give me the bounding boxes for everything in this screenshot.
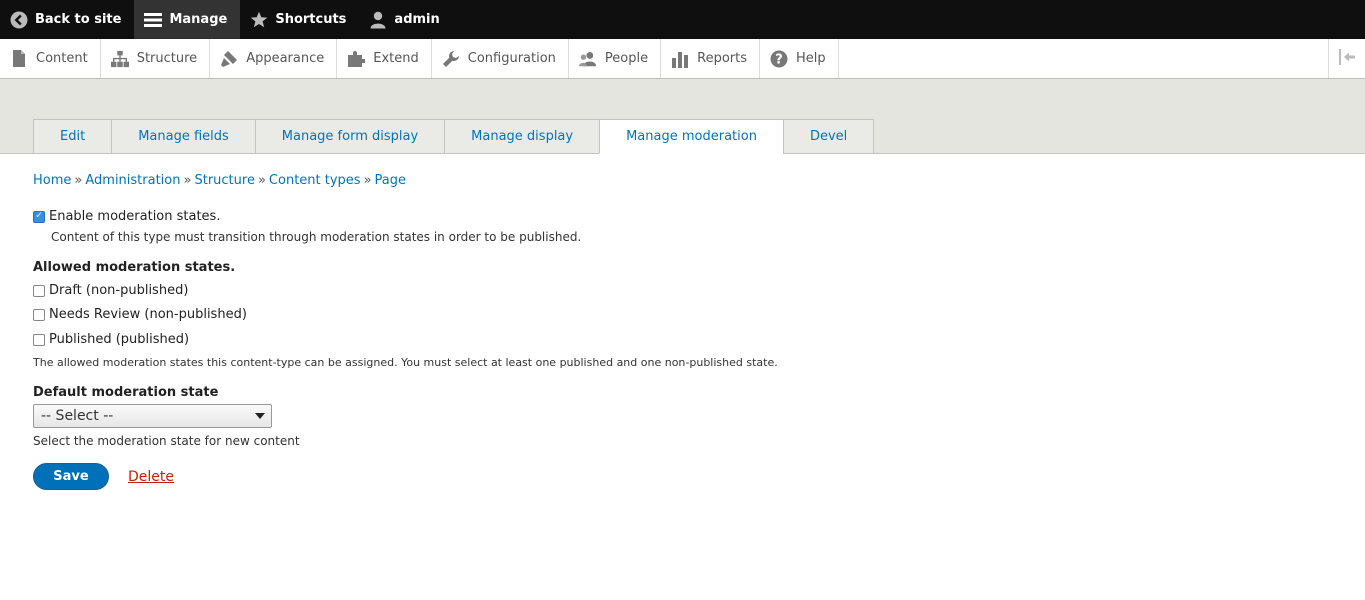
tray-item-reports[interactable]: Reports xyxy=(661,39,760,78)
tab-edit[interactable]: Edit xyxy=(33,119,112,154)
manage-label: Manage xyxy=(169,12,228,27)
save-button[interactable]: Save xyxy=(33,463,109,490)
main-content: Home» Administration» Structure» Content ty… xyxy=(0,173,1365,490)
admin-toolbar: Back to site Manage Shortcuts admin xyxy=(0,0,1365,39)
tray-item-content[interactable]: Content xyxy=(0,39,101,78)
wrench-icon xyxy=(442,50,460,68)
tray-item-label: Structure xyxy=(136,51,198,66)
breadcrumb-separator: » xyxy=(257,173,266,188)
page-header-region: Edit Manage fields Manage form display M… xyxy=(0,79,1365,154)
tab-label: Manage display xyxy=(471,129,574,144)
enable-moderation-checkbox[interactable] xyxy=(33,210,45,223)
help-icon: ? xyxy=(770,50,788,68)
breadcrumb-separator: » xyxy=(363,173,372,188)
back-to-site-label: Back to site xyxy=(35,12,122,27)
file-icon xyxy=(10,50,28,68)
allowed-states-description: The allowed moderation states this conte… xyxy=(33,356,778,369)
tab-label: Manage form display xyxy=(281,129,419,144)
tab-devel[interactable]: Devel xyxy=(782,119,875,154)
tray-item-structure[interactable]: Structure xyxy=(101,39,211,78)
star-icon xyxy=(250,11,268,29)
default-state-select[interactable]: -- Select -- xyxy=(33,404,272,428)
tray-item-extend[interactable]: Extend xyxy=(337,39,432,78)
breadcrumb-structure[interactable]: Structure xyxy=(194,173,254,188)
default-state-selected: -- Select -- xyxy=(41,408,114,424)
default-state-label: Default moderation state xyxy=(33,385,219,400)
bar-chart-icon xyxy=(671,50,689,68)
enable-moderation-label[interactable]: Enable moderation states. xyxy=(49,209,220,224)
tab-manage-display[interactable]: Manage display xyxy=(444,119,600,154)
allowed-state-published: Published (published) xyxy=(33,332,1332,347)
shortcuts-tab[interactable]: Shortcuts xyxy=(240,0,359,39)
puzzle-icon xyxy=(347,50,366,68)
tray-orientation-toggle[interactable] xyxy=(1328,39,1365,78)
breadcrumb-administration[interactable]: Administration xyxy=(85,173,180,188)
tab-label: Manage moderation xyxy=(626,129,757,144)
manage-tab[interactable]: Manage xyxy=(134,0,241,39)
breadcrumb-page[interactable]: Page xyxy=(375,173,406,188)
tray-item-appearance[interactable]: Appearance xyxy=(210,39,338,78)
user-tab[interactable]: admin xyxy=(359,0,452,39)
breadcrumb-separator: » xyxy=(74,173,83,188)
default-state-description: Select the moderation state for new cont… xyxy=(33,434,300,448)
tray-item-people[interactable]: People xyxy=(569,39,662,78)
tray-item-label: People xyxy=(604,51,649,66)
tab-manage-fields[interactable]: Manage fields xyxy=(111,119,255,154)
user-icon xyxy=(369,11,387,29)
needs-review-label[interactable]: Needs Review (non-published) xyxy=(49,307,247,322)
chevron-down-icon xyxy=(255,413,265,419)
hamburger-icon xyxy=(144,11,163,29)
allowed-state-needs-review: Needs Review (non-published) xyxy=(33,307,1332,322)
breadcrumb: Home» Administration» Structure» Content ty… xyxy=(33,173,1332,191)
admin-tray: Content Structure Appearance Extend Conf… xyxy=(0,39,1365,79)
sitemap-icon xyxy=(110,50,129,68)
draft-checkbox[interactable] xyxy=(33,284,45,297)
tray-item-configuration[interactable]: Configuration xyxy=(432,39,569,78)
breadcrumb-content-types[interactable]: Content types xyxy=(269,173,361,188)
breadcrumb-home[interactable]: Home xyxy=(33,173,71,188)
back-to-site-link[interactable]: Back to site xyxy=(0,0,134,39)
paintbrush-icon xyxy=(220,50,238,68)
published-checkbox[interactable] xyxy=(33,333,45,346)
tab-label: Edit xyxy=(60,129,86,144)
tray-item-label: Content xyxy=(36,51,88,66)
tab-label: Manage fields xyxy=(138,129,229,144)
form-actions: Save Delete xyxy=(33,463,1332,490)
draft-label[interactable]: Draft (non-published) xyxy=(49,283,188,298)
breadcrumb-separator: » xyxy=(183,173,192,188)
people-icon xyxy=(578,50,597,68)
collapse-arrow-icon xyxy=(1338,48,1356,69)
chevron-left-circle-icon xyxy=(10,11,28,29)
allowed-states-title: Allowed moderation states. xyxy=(33,260,236,275)
tray-item-label: Extend xyxy=(373,51,419,66)
tray-item-label: Help xyxy=(796,51,826,66)
tab-label: Devel xyxy=(809,129,848,144)
tray-item-label: Appearance xyxy=(246,51,325,66)
tab-manage-moderation[interactable]: Manage moderation xyxy=(599,119,783,154)
published-label[interactable]: Published (published) xyxy=(49,332,189,347)
tray-item-label: Configuration xyxy=(467,51,556,66)
tray-item-help[interactable]: ? Help xyxy=(760,39,839,78)
allowed-state-draft: Draft (non-published) xyxy=(33,283,1332,298)
shortcuts-label: Shortcuts xyxy=(275,12,347,27)
primary-tabs: Edit Manage fields Manage form display M… xyxy=(33,119,875,154)
enable-moderation-item: Enable moderation states. xyxy=(33,209,1332,224)
enable-moderation-description: Content of this type must transition thr… xyxy=(51,230,582,244)
delete-link[interactable]: Delete xyxy=(128,469,174,485)
tab-manage-form-display[interactable]: Manage form display xyxy=(254,119,445,154)
tray-item-label: Reports xyxy=(697,51,747,66)
user-label: admin xyxy=(394,12,440,27)
needs-review-checkbox[interactable] xyxy=(33,308,45,321)
svg-text:?: ? xyxy=(775,52,783,67)
